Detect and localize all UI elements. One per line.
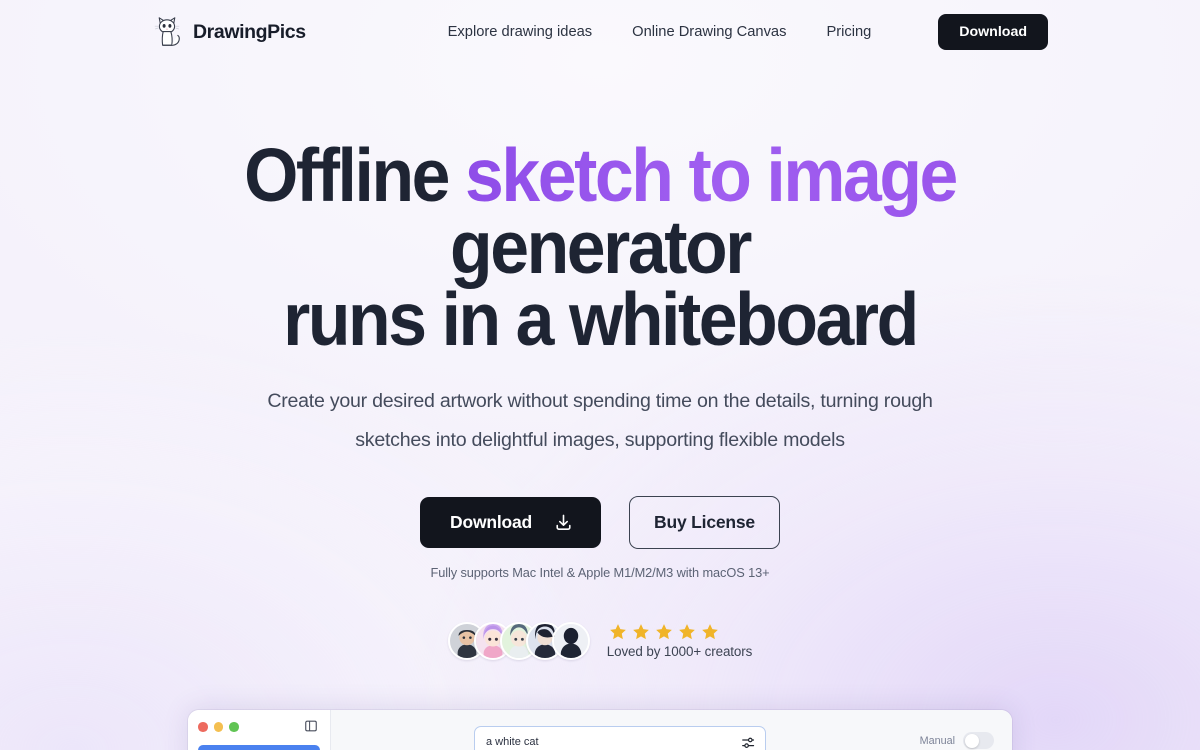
star-icon — [678, 624, 695, 640]
headline-line-3: runs in a whiteboard — [283, 277, 919, 361]
brand-logo[interactable]: DrawingPics — [152, 14, 306, 50]
hero-section: Offline sketch to image generator runs i… — [0, 64, 1200, 660]
app-preview-window: a white cat Manual — [188, 710, 1012, 750]
prompt-input-box[interactable]: a white cat — [474, 726, 766, 750]
subhead-line-1: Create your desired artwork without spen… — [267, 390, 933, 412]
star-icon — [655, 624, 672, 640]
close-icon[interactable] — [198, 722, 208, 732]
avatar — [551, 622, 590, 660]
manual-toggle-label: Manual — [919, 734, 955, 747]
minimize-icon[interactable] — [213, 722, 223, 732]
nav-link-pricing[interactable]: Pricing — [826, 24, 871, 40]
support-note: Fully supports Mac Intel & Apple M1/M2/M… — [430, 565, 770, 580]
prompt-input-value: a white cat — [486, 736, 539, 748]
star-icon — [701, 624, 718, 640]
cta-row: Download Buy License — [0, 496, 1200, 549]
sidebar-panel-icon[interactable] — [304, 719, 318, 733]
manual-toggle-knob — [964, 733, 979, 748]
hero-subheadline: Create your desired artwork without spen… — [0, 382, 1200, 460]
loved-by-text: Loved by 1000+ creators — [606, 644, 753, 659]
buy-license-button[interactable]: Buy License — [629, 496, 780, 549]
social-proof: Loved by 1000+ creators — [0, 622, 1200, 660]
avatar-group — [447, 622, 590, 660]
window-traffic-lights — [198, 718, 320, 736]
cat-icon — [154, 17, 180, 46]
manual-toggle[interactable] — [963, 732, 994, 749]
hero-download-button[interactable]: Download — [420, 497, 602, 548]
top-navbar: DrawingPics Explore drawing ideas Online… — [0, 0, 1200, 64]
page-title: Offline sketch to image generator runs i… — [42, 138, 1158, 357]
nav-link-online-drawing-canvas[interactable]: Online Drawing Canvas — [632, 24, 786, 40]
maximize-icon[interactable] — [229, 722, 239, 732]
subhead-line-2: sketches into delightful images, support… — [355, 429, 845, 451]
star-icon — [609, 624, 626, 640]
nav-links: Explore drawing ideas Online Drawing Can… — [448, 24, 872, 40]
app-main-area: a white cat Manual — [331, 710, 1012, 750]
sliders-icon[interactable] — [741, 736, 755, 750]
app-new-project-button[interactable] — [198, 745, 320, 750]
headline-text-offline: Offline — [244, 133, 465, 217]
app-sidebar — [188, 710, 331, 750]
download-icon — [556, 514, 571, 530]
hero-download-label: Download — [450, 512, 533, 532]
brand-name: DrawingPics — [193, 20, 306, 43]
star-rating — [607, 623, 752, 641]
nav-download-button[interactable]: Download — [938, 14, 1048, 50]
star-icon — [632, 624, 649, 640]
landing-page: DrawingPics Explore drawing ideas Online… — [0, 0, 1200, 750]
manual-toggle-group: Manual — [920, 732, 994, 749]
rating-block: Loved by 1000+ creators — [607, 623, 752, 659]
nav-link-explore-drawing-ideas[interactable]: Explore drawing ideas — [448, 24, 593, 40]
